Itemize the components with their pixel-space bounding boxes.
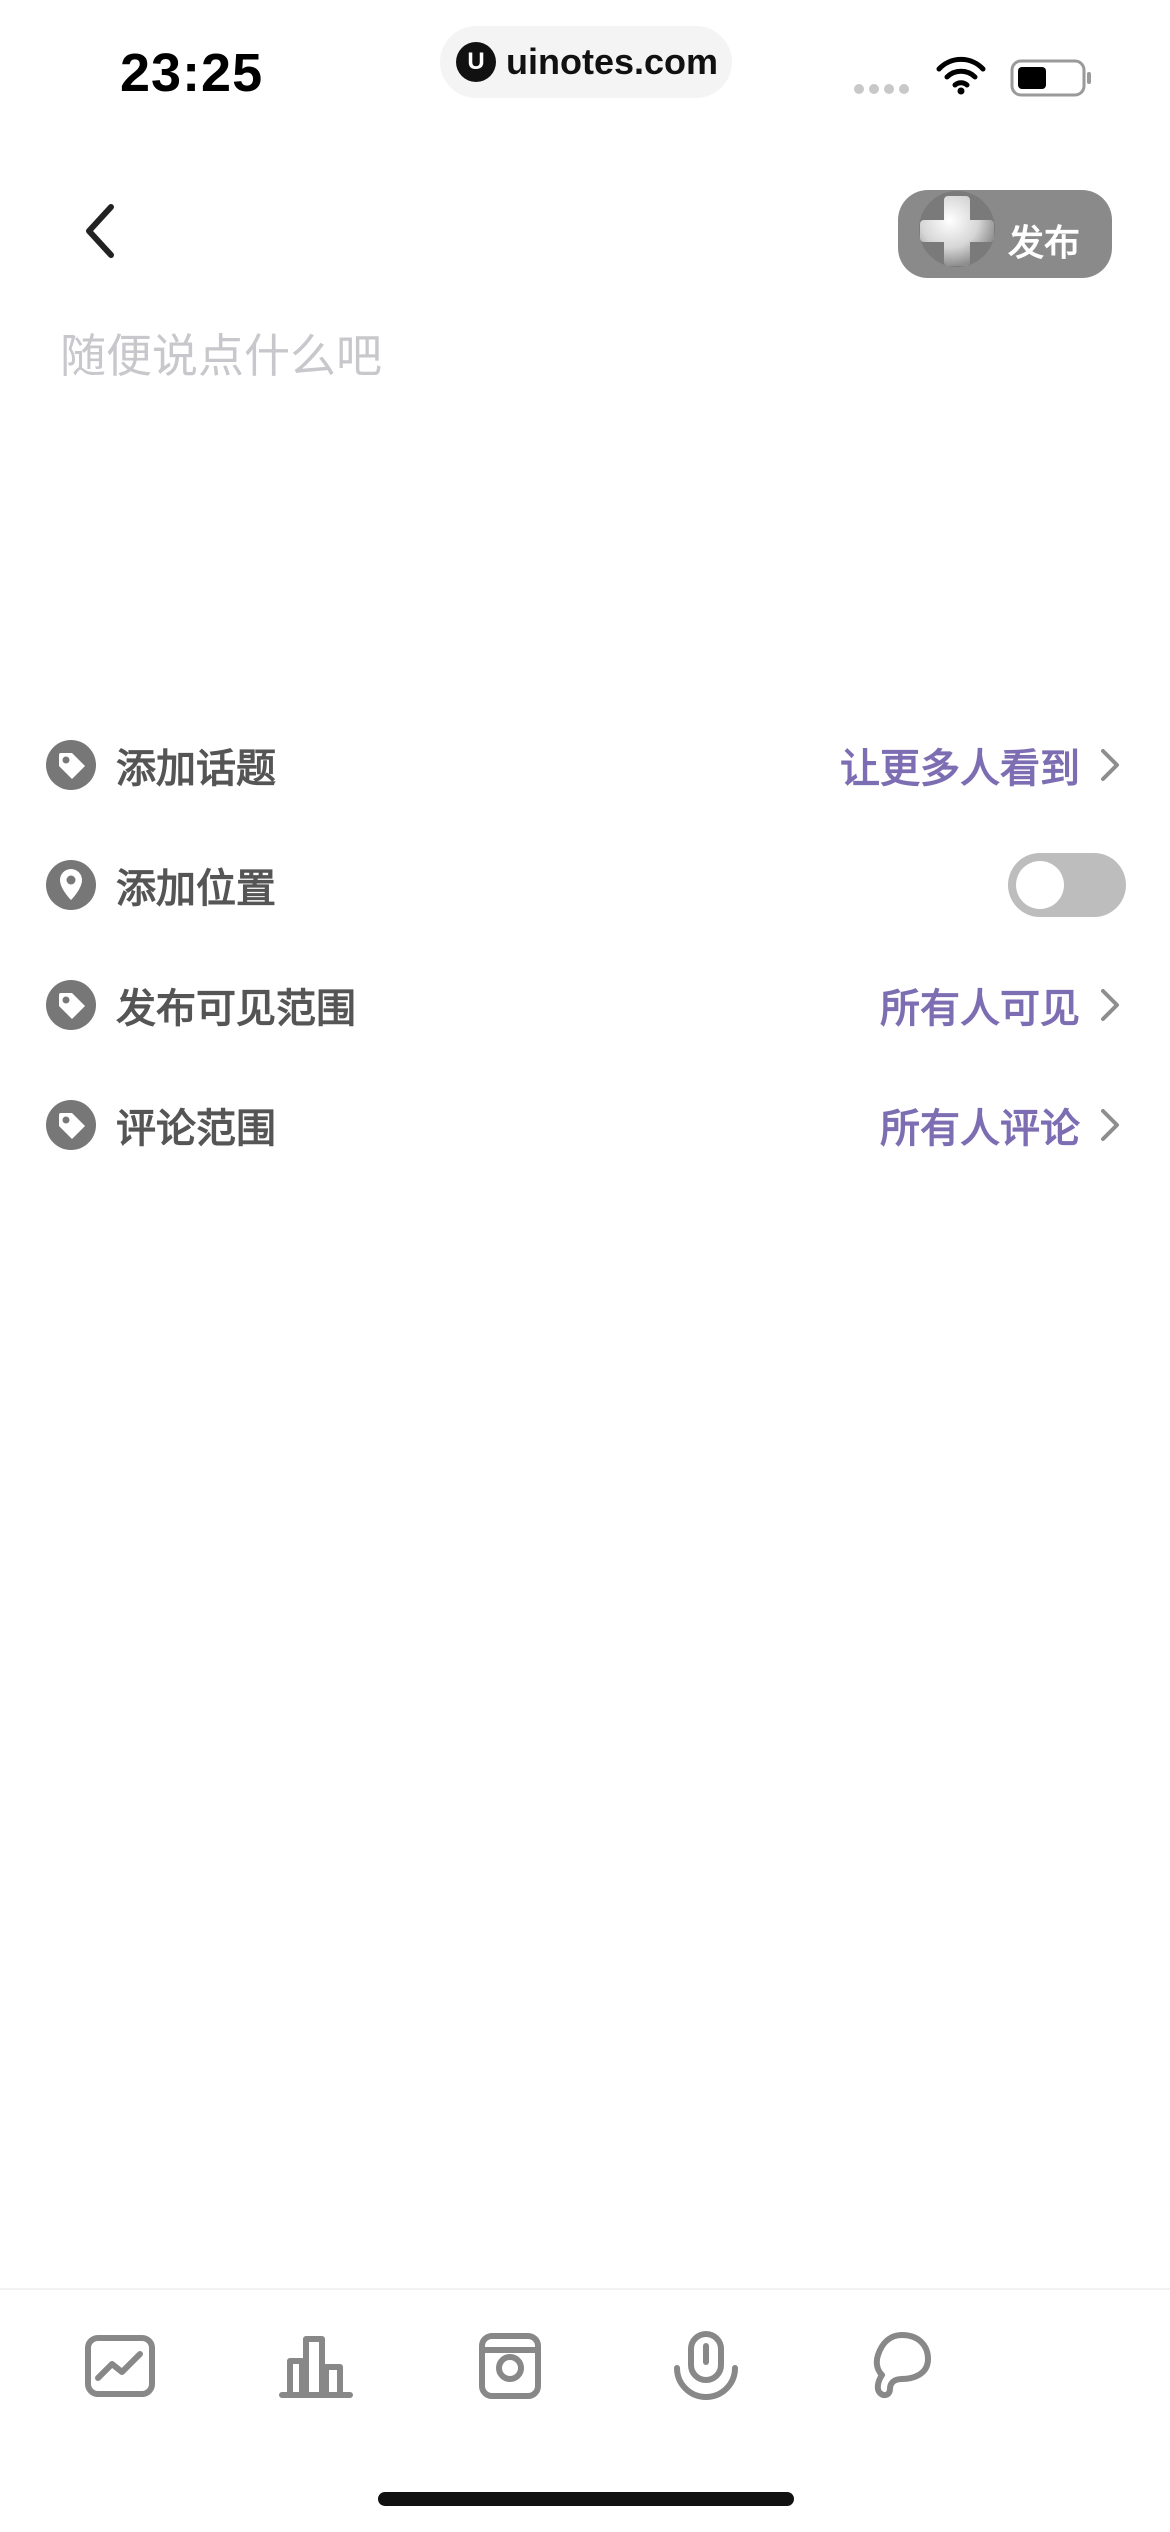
tag-icon bbox=[46, 740, 96, 790]
option-label: 评论范围 bbox=[116, 1106, 276, 1152]
publish-label: 发布 bbox=[1008, 223, 1081, 264]
status-bar: 23:25 U uinotes.com bbox=[0, 0, 1170, 140]
battery-icon bbox=[1010, 59, 1091, 97]
voice-button[interactable] bbox=[666, 2326, 746, 2406]
publish-button[interactable]: 发布 bbox=[898, 190, 1112, 278]
option-add-location: 添加位置 bbox=[40, 835, 1130, 935]
option-value: 所有人可见 bbox=[880, 986, 1080, 1032]
media-toolbar bbox=[0, 2288, 1170, 2440]
location-toggle[interactable] bbox=[1008, 853, 1126, 917]
chevron-right-icon bbox=[1101, 749, 1119, 781]
image-button[interactable] bbox=[80, 2326, 160, 2406]
microphone-icon bbox=[674, 2331, 738, 2400]
balloon-icon bbox=[873, 2332, 931, 2399]
option-label: 添加话题 bbox=[116, 746, 276, 792]
option-label: 发布可见范围 bbox=[116, 986, 356, 1032]
camera-icon bbox=[479, 2333, 541, 2399]
camera-button[interactable] bbox=[470, 2326, 550, 2406]
back-button[interactable] bbox=[70, 196, 130, 266]
chevron-left-icon bbox=[86, 204, 114, 258]
option-value: 所有人评论 bbox=[880, 1106, 1080, 1152]
option-comment-scope[interactable]: 评论范围 所有人评论 bbox=[40, 1075, 1130, 1175]
url-pill[interactable]: U uinotes.com bbox=[440, 26, 732, 98]
toggle-knob bbox=[1016, 861, 1064, 909]
image-icon bbox=[85, 2335, 155, 2397]
option-visibility[interactable]: 发布可见范围 所有人可见 bbox=[40, 955, 1130, 1055]
url-text: uinotes.com bbox=[506, 41, 719, 82]
chart-button[interactable] bbox=[276, 2326, 356, 2406]
balloon-button[interactable] bbox=[862, 2326, 942, 2406]
chevron-right-icon bbox=[1101, 989, 1119, 1021]
cellular-signal-icon bbox=[854, 84, 909, 94]
site-logo-icon: U bbox=[456, 42, 496, 82]
wifi-icon bbox=[936, 56, 986, 95]
plus-icon bbox=[919, 191, 995, 267]
location-pin-icon bbox=[46, 860, 96, 910]
option-label: 添加位置 bbox=[116, 866, 276, 912]
option-add-topic[interactable]: 添加话题 让更多人看到 bbox=[40, 715, 1130, 815]
home-indicator[interactable] bbox=[378, 2492, 794, 2506]
status-time: 23:25 bbox=[120, 43, 264, 103]
tag-icon bbox=[46, 1100, 96, 1150]
tag-icon bbox=[46, 980, 96, 1030]
post-text-input[interactable] bbox=[60, 320, 1110, 660]
chart-icon bbox=[279, 2336, 353, 2398]
option-value: 让更多人看到 bbox=[840, 746, 1080, 792]
chevron-right-icon bbox=[1101, 1109, 1119, 1141]
